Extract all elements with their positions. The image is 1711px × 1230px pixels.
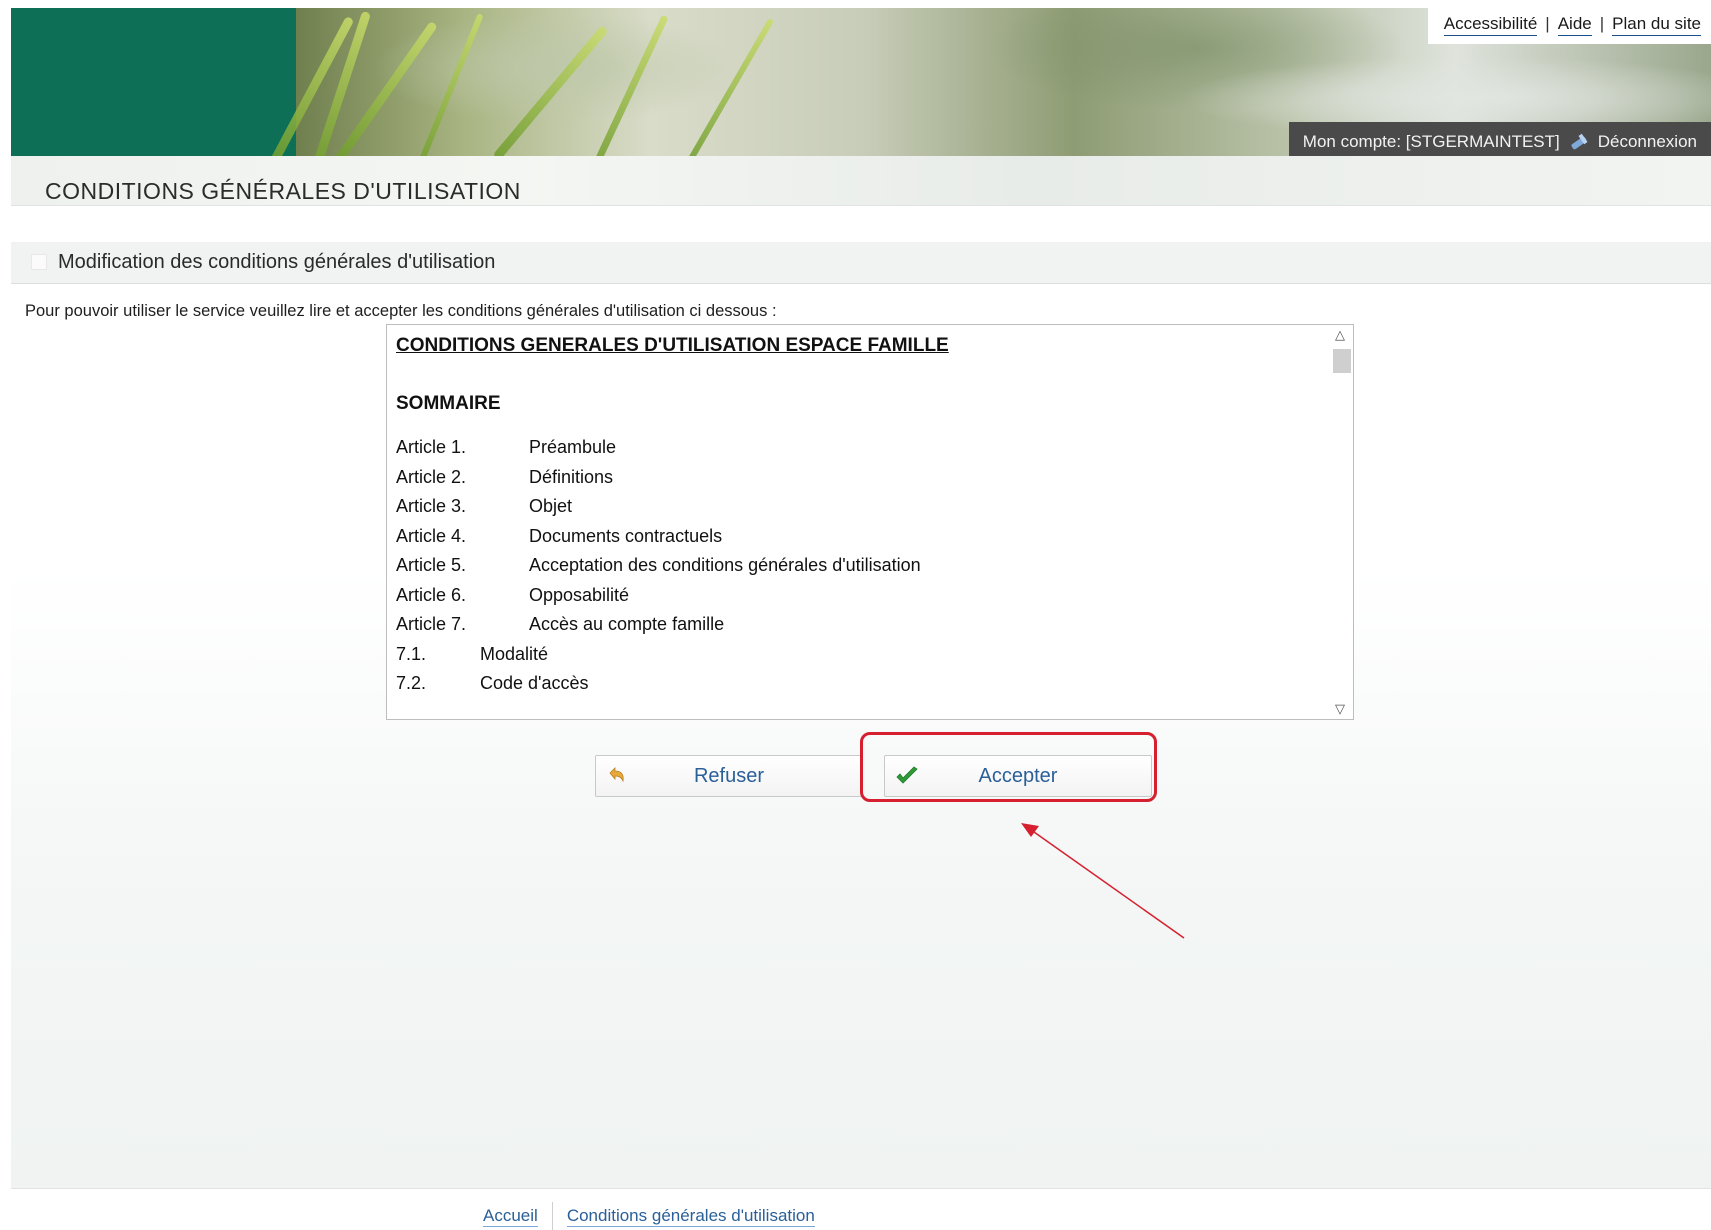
accept-button-label: Accepter [978, 765, 1058, 787]
summary-item: Article 5. Acceptation des conditions gén… [396, 555, 1327, 585]
disconnect-plug-icon[interactable] [1568, 132, 1590, 152]
summary-item-label: Objet [529, 496, 573, 516]
logout-link[interactable]: Déconnexion [1598, 132, 1697, 152]
terms-scrollbar[interactable]: △ ▽ [1327, 325, 1353, 719]
terms-textbox[interactable]: CONDITIONS GENERALES D'UTILISATION ESPAC… [386, 324, 1354, 720]
banner-grass [492, 24, 609, 156]
summary-item-number: Article 2. [396, 466, 467, 487]
summary-item: Article 4. Documents contractuels [396, 526, 1327, 556]
summary-item: Article 2. Définitions [396, 467, 1327, 497]
summary-item-label: Documents contractuels [529, 525, 723, 546]
sitemap-link[interactable]: Plan du site [1612, 14, 1701, 36]
scroll-up-icon[interactable]: △ [1327, 325, 1353, 345]
scroll-thumb[interactable] [1333, 349, 1351, 373]
summary-item-number: Article 7. [396, 614, 467, 634]
footer-terms-link[interactable]: Conditions générales d'utilisation [566, 1206, 815, 1227]
banner-grass [683, 17, 775, 156]
footer: Accueil Conditions générales d'utilisati… [11, 1188, 1711, 1230]
page-title: CONDITIONS GÉNÉRALES D'UTILISATION [45, 178, 521, 204]
terms-heading: CONDITIONS GENERALES D'UTILISATION ESPAC… [396, 335, 949, 356]
summary-item-label: Acceptation des conditions générales d'u… [529, 555, 921, 575]
summary-item-number: Article 3. [396, 496, 467, 516]
summary-item-number: Article 6. [396, 584, 467, 605]
accessibility-link[interactable]: Accessibilité [1443, 14, 1538, 36]
summary-item-label: Définitions [529, 466, 614, 487]
separator: | [1545, 14, 1550, 33]
summary-heading: SOMMAIRE [396, 393, 501, 414]
title-band: CONDITIONS GÉNÉRALES D'UTILISATION [11, 156, 1711, 206]
account-bar: Mon compte: [STGERMAINTEST] Déconnexion [1288, 122, 1711, 156]
summary-item: 7.1. Modalité [396, 644, 1327, 674]
section-header: Modification des conditions générales d'… [11, 242, 1711, 284]
summary-item-label: Opposabilité [529, 584, 630, 605]
page-frame: Accessibilité | Aide | Plan du site Mon … [11, 8, 1711, 1230]
footer-home-link[interactable]: Accueil [483, 1206, 538, 1227]
section-bullet-icon [31, 254, 47, 270]
summary-item: Article 1. Préambule [396, 437, 1327, 467]
site-header: Accessibilité | Aide | Plan du site Mon … [11, 8, 1711, 156]
refuse-button-label: Refuser [693, 765, 765, 787]
summary-item-number: Article 5. [396, 555, 467, 575]
summary-list: Article 1. Préambule Article 2. Définitions… [396, 437, 1327, 703]
section-title: Modification des conditions générales d'… [58, 251, 496, 273]
footer-links: Accueil Conditions générales d'utilisati… [483, 1202, 815, 1230]
summary-item: Article 3. Objet [396, 496, 1327, 526]
refuse-button[interactable]: Refuser [595, 755, 863, 797]
brand-block [11, 8, 296, 156]
summary-item-number: 7.2. [396, 673, 427, 693]
scroll-down-icon[interactable]: ▽ [1327, 699, 1353, 719]
summary-item-label: Modalité [480, 643, 549, 664]
account-label[interactable]: Mon compte: [STGERMAINTEST] [1303, 132, 1560, 152]
help-link[interactable]: Aide [1557, 14, 1592, 36]
summary-item-label: Accès au compte famille [529, 614, 725, 634]
summary-item-number: Article 4. [396, 525, 467, 546]
utility-links: Accessibilité | Aide | Plan du site [1427, 8, 1711, 44]
summary-item: Article 7. Accès au compte famille [396, 614, 1327, 644]
accept-button[interactable]: Accepter [884, 755, 1152, 797]
summary-item-label: Code d'accès [480, 673, 589, 693]
summary-item: Article 6. Opposabilité [396, 585, 1327, 615]
banner-grass [333, 20, 438, 156]
summary-item-label: Préambule [529, 437, 617, 457]
terms-content: CONDITIONS GENERALES D'UTILISATION ESPAC… [387, 325, 1327, 719]
summary-item: 7.2. Code d'accès [396, 673, 1327, 703]
separator: | [1599, 14, 1605, 33]
summary-item-number: 7.1. [396, 643, 427, 664]
summary-item-number: Article 1. [396, 437, 467, 457]
footer-separator [551, 1202, 553, 1230]
intro-text: Pour pouvoir utiliser le service veuille… [25, 302, 777, 320]
